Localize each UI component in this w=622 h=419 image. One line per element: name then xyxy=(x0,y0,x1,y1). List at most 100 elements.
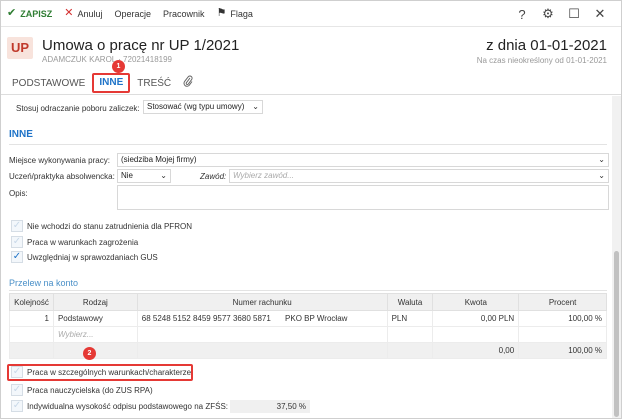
hazard-checkbox-row[interactable]: ✓ Praca w warunkach zagrożenia xyxy=(11,236,138,248)
empty-cell xyxy=(518,326,607,343)
account-number: 68 5248 5152 8459 9577 3680 5871 xyxy=(141,314,271,323)
checkbox-hazard[interactable]: ✓ xyxy=(11,236,23,248)
page-title: Umowa o pracę nr UP 1/2021 xyxy=(42,37,240,54)
column-header[interactable]: Rodzaj xyxy=(52,293,138,311)
save-label: ZAPISZ xyxy=(20,8,53,19)
transfer-divider xyxy=(9,290,607,291)
tab-bar: PODSTAWOWE INNE TREŚĆ xyxy=(1,71,621,95)
column-header[interactable]: Kolejność xyxy=(9,293,54,311)
deferral-value: Stosować (wg typu umowy) xyxy=(147,102,245,111)
flag-icon: ⚑ xyxy=(216,7,227,19)
document-type-badge: UP xyxy=(7,37,33,59)
order-cell[interactable]: 1 xyxy=(9,310,54,327)
currency-cell[interactable]: PLN xyxy=(386,310,434,327)
cancel-label: Anuluj xyxy=(77,8,103,19)
deferral-select[interactable]: Stosować (wg typu umowy) ⌄ xyxy=(143,100,263,114)
checkbox-teacher[interactable]: ✓ xyxy=(11,384,23,396)
flag-button[interactable]: ⚑ Flaga xyxy=(217,1,253,27)
profession-select[interactable]: Wybierz zawód... ⌄ xyxy=(229,169,609,183)
chevron-down-icon: ⌄ xyxy=(252,102,259,111)
empty-cell xyxy=(9,326,54,343)
section-divider xyxy=(9,144,607,145)
deferral-label: Stosuj odraczanie poboru zaliczek: xyxy=(16,103,140,113)
close-icon[interactable]: ✕ xyxy=(587,6,613,22)
empty-cell xyxy=(136,342,388,359)
checkbox-zfss[interactable]: ✓ xyxy=(11,400,23,412)
tab-podstawowe[interactable]: PODSTAWOWE xyxy=(7,78,90,94)
tab-tresc[interactable]: TREŚĆ xyxy=(132,78,176,94)
operations-label: Operacje xyxy=(114,8,152,19)
deferral-row: Stosuj odraczanie poboru zaliczek: xyxy=(16,101,140,115)
column-header[interactable]: Numer rachunku xyxy=(136,293,388,311)
step-marker-2: 2 xyxy=(83,347,96,360)
employee-menu[interactable]: Pracownik xyxy=(163,1,205,27)
employee-label: Pracownik xyxy=(163,8,205,19)
percent-cell[interactable]: 100,00 % xyxy=(518,310,607,327)
chevron-down-icon: ⌄ xyxy=(598,171,605,180)
special-conditions-checkbox-row[interactable]: ✓ Praca w szczególnych warunkach/charakt… xyxy=(11,366,191,378)
vertical-scrollbar[interactable] xyxy=(612,96,621,418)
tab-inne[interactable]: INNE xyxy=(92,73,131,93)
cancel-button[interactable]: ✕ Anuluj xyxy=(64,1,102,27)
app-window: ✔ ZAPISZ ✕ Anuluj Operacje Pracownik ⚑ F… xyxy=(0,0,622,419)
chevron-down-icon: ⌄ xyxy=(598,155,605,164)
zfss-label: Indywidualna wysokość odpisu podstawoweg… xyxy=(27,401,228,411)
empty-cell xyxy=(386,326,434,343)
checkbox-gus[interactable]: ✓ xyxy=(11,251,23,263)
graduate-select[interactable]: Nie ⌄ xyxy=(117,169,171,183)
employee-subtitle[interactable]: ADAMCZUK KAROL · 72021418199 xyxy=(42,55,172,64)
teacher-label: Praca nauczycielska (do ZUS RPA) xyxy=(27,385,153,395)
zfss-checkbox-row[interactable]: ✓ Indywidualna wysokość odpisu podstawow… xyxy=(11,400,228,412)
transfer-section-title[interactable]: Przelew na konto xyxy=(9,278,78,288)
graduate-value: Nie xyxy=(121,171,134,180)
new-row-placeholder: Wybierz... xyxy=(57,330,94,339)
operations-menu[interactable]: Operacje xyxy=(114,1,151,27)
place-label: Miejsce wykonywania pracy: xyxy=(9,155,110,165)
column-header[interactable]: Kwota xyxy=(432,293,520,311)
total-amount: 0,00 xyxy=(432,342,520,359)
amount-cell[interactable]: 0,00 PLN xyxy=(432,310,520,327)
description-label: Opis: xyxy=(9,188,28,198)
empty-cell xyxy=(432,326,520,343)
gear-icon[interactable]: ⚙ xyxy=(535,6,561,22)
help-icon[interactable]: ? xyxy=(509,7,535,22)
pfron-checkbox-row[interactable]: ✓ Nie wchodzi do stanu zatrudnienia dla … xyxy=(11,220,192,232)
document-date: z dnia 01-01-2021 xyxy=(486,37,607,54)
paperclip-icon xyxy=(183,75,193,90)
description-field[interactable] xyxy=(117,185,609,210)
empty-cell xyxy=(386,342,434,359)
attachments-tab[interactable] xyxy=(178,75,198,94)
account-cell[interactable]: 68 5248 5152 8459 9577 3680 5871 PKO BP … xyxy=(136,310,388,327)
hazard-label: Praca w warunkach zagrożenia xyxy=(27,237,139,247)
zfss-value-field[interactable]: 37,50 % xyxy=(230,400,310,413)
special-conditions-label: Praca w szczególnych warunkach/charakter… xyxy=(27,367,192,377)
contract-period: Na czas nieokreślony od 01-01-2021 xyxy=(476,56,607,65)
step-marker-1: 1 xyxy=(112,60,125,73)
graduate-label: Uczeń/praktyka absolwencka: xyxy=(9,171,115,181)
place-select[interactable]: (siedziba Mojej firmy) ⌄ xyxy=(117,153,609,167)
save-button[interactable]: ✔ ZAPISZ xyxy=(7,1,52,27)
empty-cell xyxy=(9,342,54,359)
teacher-checkbox-row[interactable]: ✓ Praca nauczycielska (do ZUS RPA) xyxy=(11,384,153,396)
check-icon: ✔ xyxy=(7,7,17,19)
table-row[interactable]: 1 Podstawowy 68 5248 5152 8459 9577 3680… xyxy=(9,310,607,327)
form-content: Stosuj odraczanie poboru zaliczek: Stoso… xyxy=(1,96,613,418)
profession-label: Zawód: xyxy=(200,171,227,181)
pfron-label: Nie wchodzi do stanu zatrudnienia dla PF… xyxy=(27,221,192,231)
type-cell[interactable]: Podstawowy xyxy=(52,310,138,327)
checkbox-pfron[interactable]: ✓ xyxy=(11,220,23,232)
column-header[interactable]: Waluta xyxy=(386,293,434,311)
gus-checkbox-row[interactable]: ✓ Uwzględniaj w sprawozdaniach GUS xyxy=(11,251,158,263)
new-row[interactable]: Wybierz... xyxy=(9,326,607,343)
column-header[interactable]: Procent xyxy=(518,293,607,311)
profession-placeholder: Wybierz zawód... xyxy=(233,171,294,180)
bank-accounts-table: Kolejność Rodzaj Numer rachunku Waluta K… xyxy=(9,293,607,359)
maximize-icon[interactable]: ☐ xyxy=(561,6,587,22)
scrollbar-thumb[interactable] xyxy=(614,251,619,417)
section-inne-title: INNE xyxy=(9,129,33,140)
chevron-down-icon: ⌄ xyxy=(160,171,167,180)
total-percent: 100,00 % xyxy=(518,342,607,359)
flag-label: Flaga xyxy=(230,8,253,19)
new-type-cell[interactable]: Wybierz... xyxy=(52,326,138,343)
checkbox-special-conditions[interactable]: ✓ xyxy=(11,366,23,378)
